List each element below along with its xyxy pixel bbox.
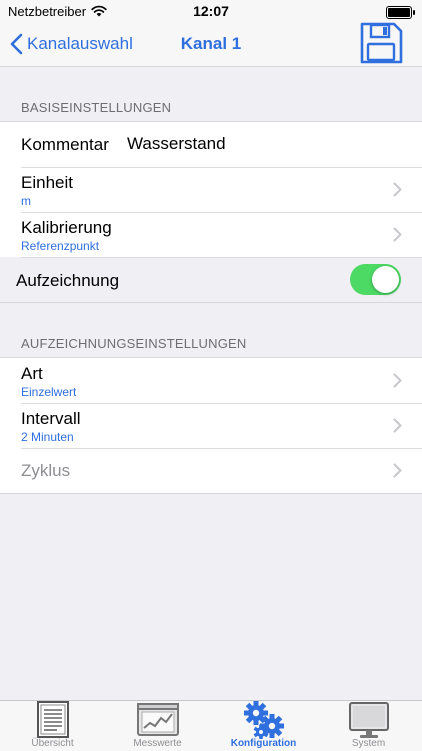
- save-button[interactable]: [359, 22, 403, 64]
- tab-label: Konfiguration: [230, 738, 297, 749]
- aufzeichnung-label: Aufzeichnung: [16, 271, 120, 290]
- tab-label: Übersicht: [31, 738, 74, 749]
- row-art[interactable]: Art Einzelwert: [0, 358, 422, 403]
- row-einheit[interactable]: Einheit m: [0, 167, 422, 212]
- chevron-right-icon: [393, 373, 402, 388]
- row-kommentar[interactable]: Kommentar Wasserstand: [0, 122, 422, 167]
- gears-icon: [243, 701, 284, 739]
- tab-uebersicht[interactable]: Übersicht: [0, 701, 105, 751]
- basic-settings-group: Kommentar Wasserstand Einheit m Kalibrie…: [0, 121, 422, 303]
- art-value: Einzelwert: [21, 385, 77, 399]
- tab-messwerte[interactable]: Messwerte: [105, 701, 210, 751]
- section-header-basic: BASISEINSTELLUNGEN: [21, 100, 172, 115]
- row-intervall[interactable]: Intervall 2 Minuten: [0, 403, 422, 448]
- row-aufzeichnung: Aufzeichnung: [0, 257, 422, 302]
- tab-system[interactable]: System: [316, 701, 421, 751]
- kalibrierung-value: Referenzpunkt: [21, 239, 100, 253]
- floppy-disk-icon: [360, 22, 403, 64]
- row-zyklus[interactable]: Zyklus: [0, 448, 422, 493]
- chart-window-icon: [136, 703, 179, 736]
- toggle-knob: [372, 266, 399, 293]
- intervall-value: 2 Minuten: [21, 430, 74, 444]
- kalibrierung-label: Kalibrierung: [21, 218, 112, 237]
- einheit-value: m: [21, 194, 31, 208]
- einheit-label: Einheit: [21, 173, 73, 192]
- kommentar-value[interactable]: Wasserstand: [127, 134, 226, 154]
- chevron-right-icon: [393, 418, 402, 433]
- chevron-right-icon: [393, 227, 402, 242]
- status-bar: Netzbetreiber 12:07: [0, 0, 422, 22]
- kommentar-label: Kommentar: [21, 135, 109, 154]
- tab-bar: Übersicht Messwerte Konfiguration System: [0, 700, 422, 751]
- tab-label: System: [351, 738, 386, 749]
- clock: 12:07: [193, 3, 229, 19]
- chevron-right-icon: [393, 463, 402, 478]
- art-label: Art: [21, 364, 43, 383]
- intervall-label: Intervall: [21, 409, 81, 428]
- row-kalibrierung[interactable]: Kalibrierung Referenzpunkt: [0, 212, 422, 257]
- tab-label: Messwerte: [133, 738, 182, 749]
- chevron-right-icon: [393, 182, 402, 197]
- zyklus-label: Zyklus: [21, 461, 71, 480]
- tab-konfiguration[interactable]: Konfiguration: [211, 701, 316, 751]
- navigation-bar: Kanalauswahl Kanal 1: [0, 22, 422, 67]
- monitor-icon: [348, 702, 389, 738]
- battery-icon: [386, 6, 415, 19]
- aufzeichnung-toggle[interactable]: [350, 264, 401, 295]
- section-header-recording: AUFZEICHNUNGSEINSTELLUNGEN: [21, 336, 247, 351]
- recording-settings-group: Art Einzelwert Intervall 2 Minuten Zyklu…: [0, 357, 422, 494]
- document-icon: [36, 701, 69, 738]
